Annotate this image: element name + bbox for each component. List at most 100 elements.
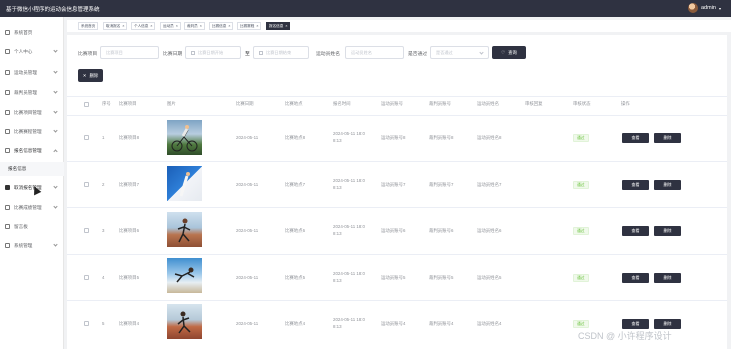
close-icon: ✕ [82, 72, 87, 78]
col-athlete-account: 运动员账号 [381, 101, 403, 106]
photo-sprinter [167, 304, 202, 339]
row-checkbox[interactable] [84, 182, 89, 187]
project-input[interactable]: 比赛项目 [100, 46, 159, 59]
batch-delete-button[interactable]: ✕ 删除 [78, 69, 103, 82]
sidebar-item-profile[interactable]: 个人中心 [0, 42, 64, 61]
tag-home[interactable]: 系统首页 [78, 22, 99, 30]
photo-swimmer [167, 166, 202, 201]
tag-events[interactable]: 比赛信息 × [209, 22, 234, 30]
row-divider [67, 300, 727, 301]
swimmer-figure [179, 172, 190, 197]
delete-button[interactable]: 删除 [654, 133, 681, 143]
date-start-input[interactable]: 比赛日期开始 [185, 46, 241, 59]
view-button[interactable]: 查看 [622, 273, 649, 283]
chevron-down-icon[interactable]: ▾ [719, 6, 721, 11]
calendar-icon [191, 50, 195, 55]
sidebar-item-athletes[interactable]: 运动员管理 [0, 63, 64, 82]
status-badge: 通过 [573, 134, 589, 142]
row-checkbox[interactable] [84, 228, 89, 233]
chevron-down-icon [53, 89, 58, 94]
bar-chart-icon [5, 224, 10, 229]
col-project: 比赛项目 [119, 101, 137, 106]
close-icon[interactable]: × [228, 24, 230, 28]
sidebar-item-system[interactable]: 系统管理 [0, 236, 64, 255]
row-checkbox[interactable] [84, 321, 89, 326]
col-referee-account: 裁判员账号 [429, 101, 451, 106]
close-icon[interactable]: × [176, 24, 178, 28]
delete-button[interactable]: 删除 [654, 319, 681, 329]
col-index: 序号 [102, 101, 111, 106]
sidebar: 系统首页 个人中心 运动员管理 裁判员管理 比赛项目管理 比赛赛程管理 报名信息… [0, 17, 64, 349]
pass-label: 是否通过 [408, 52, 428, 57]
query-button[interactable]: ♡ 查询 [492, 46, 526, 59]
col-review-reply: 审核回复 [525, 101, 543, 106]
delete-button[interactable]: 删除 [654, 273, 681, 283]
tag-cancel-registration[interactable]: 取消报名 × [103, 22, 128, 30]
row-checkbox[interactable] [84, 275, 89, 280]
col-actions: 操作 [621, 101, 630, 106]
monitor-icon [5, 185, 10, 190]
tag-registration-info[interactable]: 报名信息 × [266, 22, 291, 30]
date-end-input[interactable]: 比赛日期结束 [253, 46, 309, 59]
user-menu[interactable]: admin ▾ [688, 3, 721, 13]
status-badge: 通过 [573, 227, 589, 235]
tag-profile[interactable]: 个人信息 × [131, 22, 156, 30]
date-separator: 至 [245, 52, 250, 57]
photo-jumper [167, 258, 202, 293]
close-icon[interactable]: × [285, 24, 287, 28]
athlete-name-label: 运动员姓名 [316, 52, 340, 57]
status-badge: 通过 [573, 320, 589, 328]
list-icon [5, 70, 10, 75]
view-button[interactable]: 查看 [622, 180, 649, 190]
tag-referees[interactable]: 裁判员 × [184, 22, 205, 30]
close-icon[interactable]: × [150, 24, 152, 28]
list-icon [5, 90, 10, 95]
chevron-down-icon [53, 184, 58, 189]
chevron-down-icon [53, 204, 58, 209]
chevron-down-icon [53, 242, 58, 247]
cyclist-figure [171, 125, 198, 152]
sprinter-figure [177, 311, 191, 334]
tag-athletes[interactable]: 运动员 × [160, 22, 181, 30]
view-button[interactable]: 查看 [622, 226, 649, 236]
runner-figure [177, 218, 191, 243]
sidebar-item-referees[interactable]: 裁判员管理 [0, 83, 64, 102]
close-icon[interactable]: × [122, 24, 124, 28]
row-divider [67, 207, 727, 208]
calendar-icon [259, 50, 263, 55]
pass-select[interactable]: 是否通过 [430, 46, 489, 59]
sidebar-item-home[interactable]: 系统首页 [0, 23, 64, 42]
delete-button[interactable]: 删除 [654, 180, 681, 190]
grid-icon [5, 110, 10, 115]
tag-schedule[interactable]: 比赛赛程 × [237, 22, 262, 30]
sidebar-item-messages[interactable]: 留言板 [0, 217, 64, 236]
view-button[interactable]: 查看 [622, 133, 649, 143]
chevron-down-icon [479, 50, 484, 55]
photo-runner [167, 212, 202, 247]
row-divider [67, 254, 727, 255]
sidebar-item-registration[interactable]: 报名信息管理 [0, 141, 64, 160]
grid-icon [5, 148, 10, 153]
sidebar-item-schedule[interactable]: 比赛赛程管理 [0, 122, 64, 141]
view-button[interactable]: 查看 [622, 319, 649, 329]
table-top-border [67, 96, 727, 97]
table-header-border [67, 115, 727, 116]
close-icon[interactable]: × [256, 24, 258, 28]
close-icon[interactable]: × [200, 24, 202, 28]
sidebar-item-results[interactable]: 比赛成绩管理 [0, 198, 64, 217]
status-badge: 通过 [573, 181, 589, 189]
chevron-down-icon [53, 48, 58, 53]
photo-cyclist [167, 120, 202, 155]
col-venue: 比赛地点 [285, 101, 303, 106]
avatar[interactable] [688, 3, 698, 13]
grid-icon [5, 205, 10, 210]
sidebar-subitem-registration-info[interactable]: 报名信息 [0, 162, 64, 176]
top-bar: 基于微信小程序的运动会信息管理系统 admin ▾ [0, 0, 731, 17]
select-all-checkbox[interactable] [84, 102, 89, 107]
athlete-name-input[interactable]: 运动员姓名 [345, 46, 404, 59]
row-checkbox[interactable] [84, 135, 89, 140]
sidebar-item-events[interactable]: 比赛项目管理 [0, 103, 64, 122]
username[interactable]: admin [701, 5, 716, 11]
delete-button[interactable]: 删除 [654, 226, 681, 236]
search-icon: ♡ [501, 49, 506, 55]
